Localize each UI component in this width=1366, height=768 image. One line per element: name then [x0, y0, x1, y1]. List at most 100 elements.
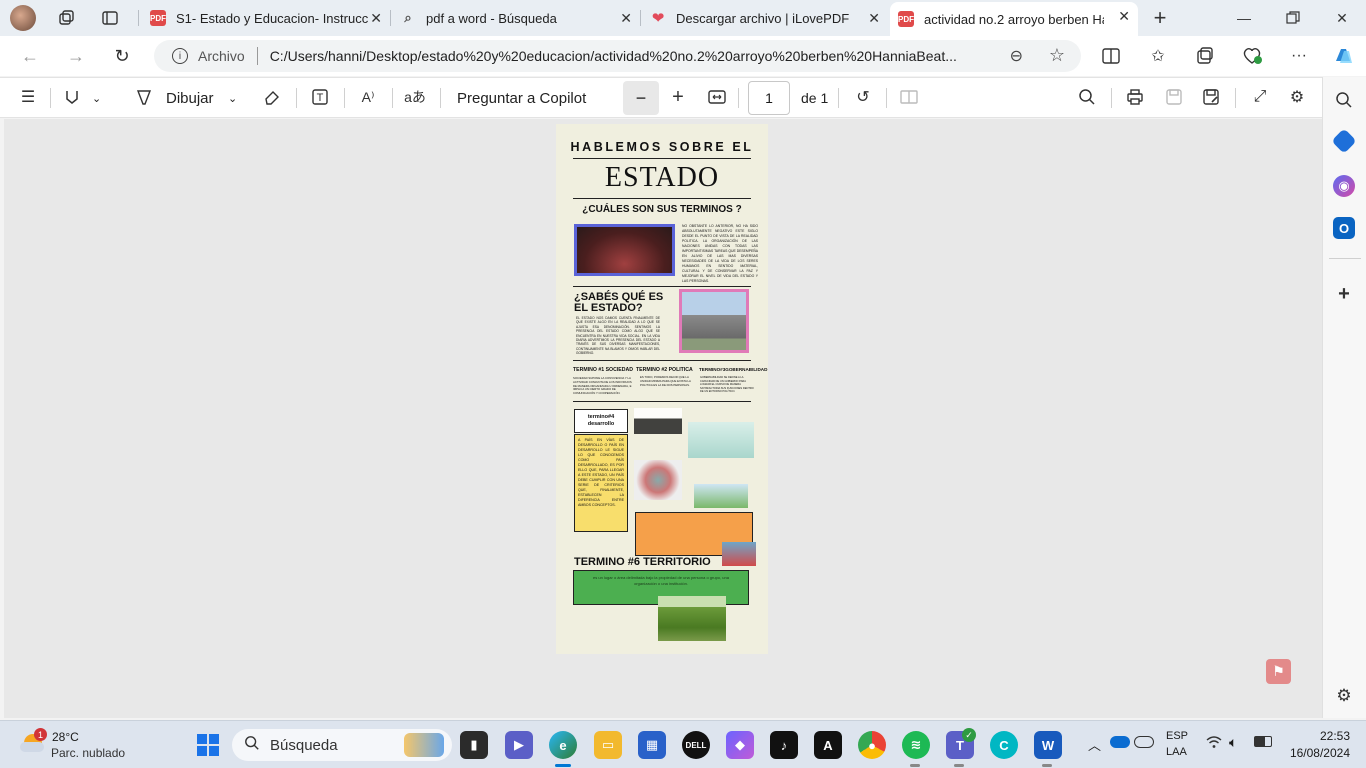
add-text-icon[interactable]: T — [309, 86, 331, 108]
term-3-title: TERMINO#3GOBERNABILIDAD — [699, 367, 768, 372]
tab-title: pdf a word - Búsqueda — [426, 10, 557, 26]
task-view-icon[interactable]: ▮ — [460, 731, 488, 759]
wifi-icon[interactable] — [1206, 735, 1222, 752]
add-sidebar-icon[interactable]: + — [1333, 283, 1355, 305]
store-icon[interactable]: ▦ — [638, 731, 666, 759]
draw-button[interactable]: Dibujar — [166, 86, 214, 110]
question-2-text: EL ESTADO NOS DAMOS CUENTA FINALMENTE DE… — [576, 316, 660, 356]
word-icon[interactable]: W — [1034, 731, 1062, 759]
search-icon[interactable] — [1333, 89, 1355, 111]
tray-chevron-icon[interactable]: ︿ — [1088, 735, 1101, 754]
tiktok-icon[interactable]: ♪ — [770, 731, 798, 759]
outlook-icon[interactable]: O — [1333, 217, 1355, 239]
clock-time[interactable]: 22:53 — [1300, 729, 1350, 743]
restore-icon[interactable] — [1281, 6, 1305, 30]
spotify-icon[interactable]: ≋ — [902, 731, 930, 759]
tab-title: Descargar archivo | iLovePDF — [676, 10, 850, 26]
new-tab-icon[interactable]: + — [1148, 5, 1172, 30]
favorites-icon[interactable]: ✩ — [1146, 44, 1170, 68]
language-code[interactable]: ESP — [1166, 730, 1188, 742]
save-as-icon[interactable] — [1200, 86, 1222, 108]
chevron-down-icon[interactable]: ⌄ — [228, 86, 237, 110]
volume-icon[interactable]: 🔈︎ — [1229, 734, 1237, 751]
highlight-icon[interactable] — [61, 86, 83, 108]
search-placeholder: Búsqueda — [270, 736, 338, 754]
ask-copilot-button[interactable]: Preguntar a Copilot — [457, 86, 586, 110]
back-icon[interactable]: ← — [18, 44, 42, 68]
page-number-input[interactable]: 1 — [748, 81, 790, 115]
sidebar-settings-icon[interactable]: ⚙ — [1333, 685, 1355, 707]
forward-icon[interactable]: → — [64, 44, 88, 68]
minimize-icon[interactable]: — — [1232, 6, 1256, 30]
settings-icon[interactable]: ⚙ — [1286, 86, 1308, 108]
tab-estado-educacion[interactable]: PDF S1- Estado y Educacion- Instrucc ✕ — [142, 4, 390, 32]
chrome-icon[interactable]: ● — [858, 731, 886, 759]
contents-icon[interactable]: ☰ — [17, 86, 39, 108]
draw-icon[interactable] — [133, 86, 155, 108]
term-4-text: A PAÍS EN VÍAS DE DESARROLLO O PAÍS EN D… — [574, 434, 628, 532]
close-window-icon[interactable]: ✕ — [1330, 6, 1354, 30]
browser-essentials-icon[interactable] — [1240, 44, 1264, 68]
address-bar: ← → ↻ i Archivo C:/Users/hanni/Desktop/e… — [0, 36, 1366, 76]
start-icon[interactable] — [194, 731, 222, 759]
tab-ilovepdf[interactable]: ❤ Descargar archivo | iLovePDF ✕ — [642, 4, 888, 32]
save-icon — [1163, 86, 1185, 108]
keyboard-layout[interactable]: LAA — [1166, 746, 1187, 758]
read-aloud-icon[interactable]: A⁾ — [357, 86, 379, 108]
collections-icon[interactable] — [1193, 44, 1217, 68]
zoom-out-button[interactable]: − — [623, 81, 659, 115]
url-field[interactable]: i Archivo C:/Users/hanni/Desktop/estado%… — [154, 40, 1081, 72]
rotate-icon[interactable]: ↺ — [852, 86, 874, 108]
fullscreen-icon[interactable]: ⤢ — [1249, 86, 1271, 108]
shopping-tag-icon[interactable] — [1331, 128, 1357, 154]
weather-desc[interactable]: Parc. nublado — [51, 746, 125, 760]
translate-icon[interactable]: aあ — [404, 86, 426, 108]
refresh-icon[interactable]: ↻ — [110, 44, 134, 68]
office-icon[interactable]: ◉ — [1333, 175, 1355, 197]
adobe-express-icon[interactable]: A — [814, 731, 842, 759]
onedrive-icon[interactable] — [1110, 736, 1130, 748]
more-menu-icon[interactable]: ··· — [1287, 44, 1311, 68]
teams-status-icon: ✓ — [962, 728, 976, 742]
eraser-icon[interactable] — [261, 86, 283, 108]
profile-avatar[interactable] — [10, 5, 36, 31]
workspaces-icon[interactable] — [54, 6, 78, 30]
battery-icon[interactable] — [1254, 736, 1272, 747]
print-icon[interactable] — [1124, 86, 1146, 108]
taskbar-search[interactable]: Búsqueda — [232, 729, 452, 761]
onedrive-personal-icon[interactable] — [1134, 736, 1154, 748]
canva-icon[interactable]: C — [990, 731, 1018, 759]
edge-taskbar-icon[interactable]: e — [549, 731, 577, 759]
search-icon[interactable] — [1076, 86, 1098, 108]
acrobat-icon[interactable]: ⚑ — [1266, 659, 1291, 684]
fit-page-icon[interactable] — [706, 86, 728, 108]
term-1-text: SOCIEDAD SUPONE LA CONVIVENCIA Y LA ACTI… — [573, 377, 632, 396]
copilot-taskbar-icon[interactable]: ◆ — [726, 731, 754, 759]
close-icon[interactable]: ✕ — [1118, 8, 1130, 25]
meet-icon[interactable]: ▶ — [505, 731, 533, 759]
weather-icon[interactable]: 1 — [20, 728, 47, 756]
chevron-down-icon[interactable]: ⌄ — [92, 86, 101, 110]
close-icon[interactable]: ✕ — [868, 10, 880, 27]
copilot-icon[interactable] — [1331, 44, 1355, 68]
search-highlight-icon — [404, 733, 444, 757]
favorite-star-icon[interactable]: ☆ — [1049, 45, 1065, 66]
dell-icon[interactable]: DELL — [682, 731, 710, 759]
heading-big: ESTADO — [604, 162, 720, 193]
zoom-icon[interactable]: ⊖ — [1010, 46, 1023, 66]
zoom-in-icon[interactable]: + — [667, 86, 689, 108]
tab-pdf-a-word[interactable]: ⌕ pdf a word - Búsqueda ✕ — [392, 4, 640, 32]
url-text[interactable]: C:/Users/hanni/Desktop/estado%20y%20educ… — [270, 48, 990, 64]
split-screen-icon[interactable] — [1099, 44, 1123, 68]
clock-date[interactable]: 16/08/2024 — [1280, 746, 1350, 760]
weather-temp[interactable]: 28°C — [52, 730, 79, 744]
term-2-text: ES TODO, PODEMOS DECIR QUE LA UNIDAD MIN… — [640, 376, 691, 387]
close-icon[interactable]: ✕ — [370, 10, 382, 27]
document-viewer[interactable]: HABLEMOS SOBRE EL ESTADO ¿CUÁLES SON SUS… — [4, 119, 1322, 718]
file-explorer-icon[interactable]: ▭ — [594, 731, 622, 759]
tab-actions-icon[interactable] — [98, 6, 122, 30]
info-icon[interactable]: i — [172, 48, 188, 64]
question-1-text: NO OBSTANTE LO ANTERIOR, NO HA SIDO ABSO… — [682, 224, 758, 282]
close-icon[interactable]: ✕ — [620, 10, 632, 27]
tab-actividad-active[interactable]: PDF actividad no.2 arroyo berben Ha ✕ — [890, 2, 1138, 36]
